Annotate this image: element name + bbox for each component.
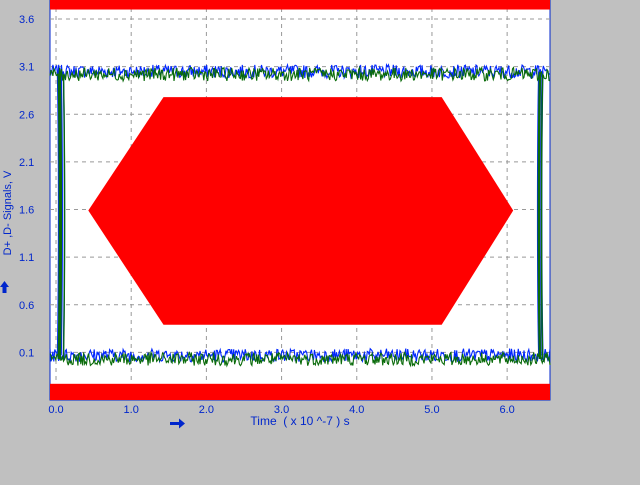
y-tick-label: 2.1	[19, 157, 34, 169]
x-tick-label: 5.0	[424, 404, 439, 416]
upper-limit-band	[50, 0, 550, 10]
y-tick-label: 2.6	[19, 109, 34, 121]
x-tick-label: 0.0	[48, 404, 63, 416]
y-tick-label: 0.6	[19, 300, 34, 312]
chart-svg: 0.0 1.0 2.0 3.0 4.0 5.0 6.0 3.63.12.62.11.61.1…	[0, 0, 551, 429]
x-axis-label: Time ( x 10 ^-7 ) s	[250, 414, 349, 428]
y-tick-label: 0.1	[19, 347, 34, 359]
y-axis-arrow-icon	[0, 281, 9, 293]
eye-mask	[88, 97, 514, 325]
y-tick-label: 3.1	[19, 62, 34, 74]
x-tick-label: 6.0	[499, 404, 514, 416]
x-axis-arrow-icon	[170, 418, 185, 429]
eye-diagram-chart: 0.0 1.0 2.0 3.0 4.0 5.0 6.0 3.6 3.1 2.6 2.1 1.6 1.1…	[0, 0, 640, 480]
x-tick-label: 2.0	[199, 404, 214, 416]
x-tick-label: 4.0	[349, 404, 364, 416]
y-tick-label: 3.6	[19, 14, 34, 26]
x-tick-label: 1.0	[124, 404, 139, 416]
eye-mask-group	[88, 97, 514, 325]
y-tick-labels: 3.6 3.1 2.6 2.1 1.6 1.1 0.6 0.1	[19, 14, 34, 359]
y-tick-label: 1.6	[19, 205, 34, 217]
y-axis-label: D+ ,D- Signals, V	[2, 170, 14, 255]
lower-limit-band	[50, 383, 550, 400]
y-tick-label: 1.1	[19, 252, 34, 264]
